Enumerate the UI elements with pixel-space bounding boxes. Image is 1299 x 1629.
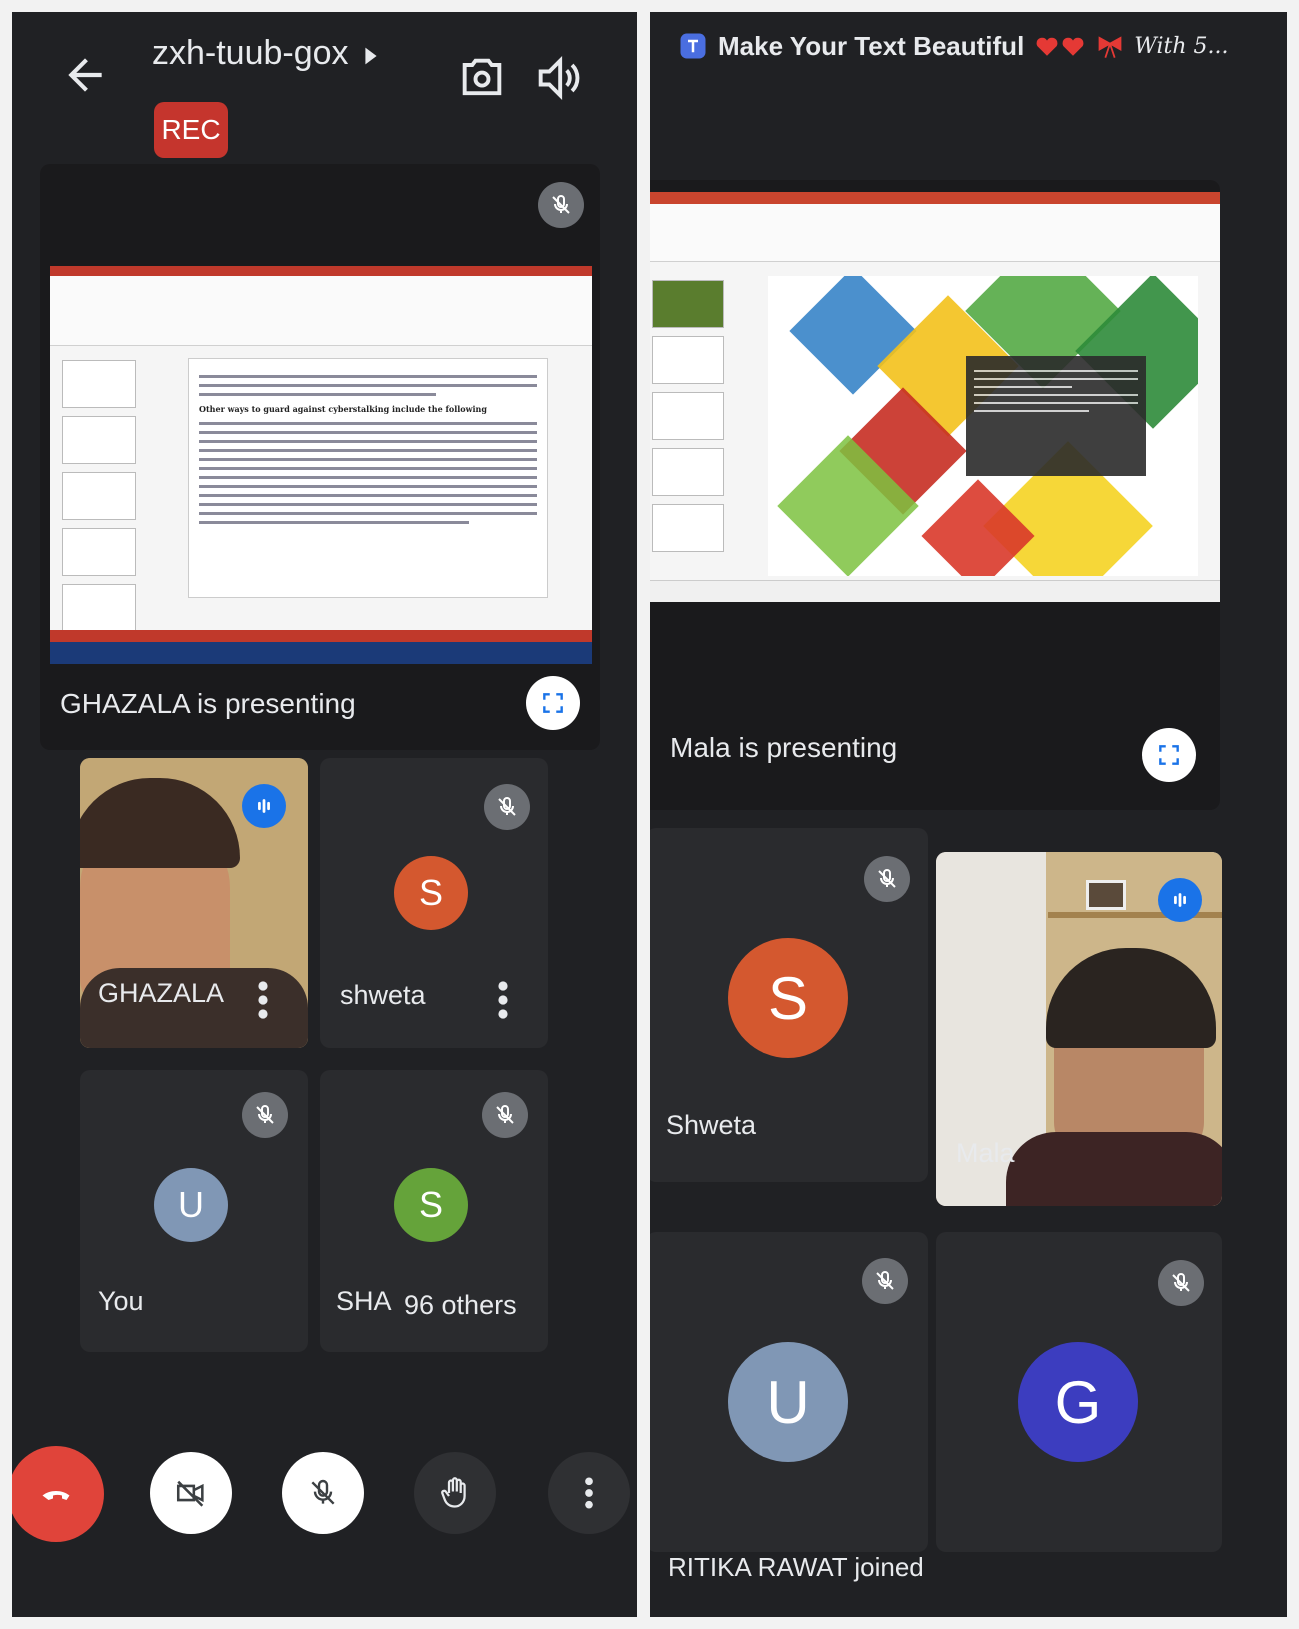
mic-off-icon (482, 1092, 528, 1138)
more-options-icon[interactable] (256, 980, 270, 1020)
participant-name: shweta (340, 980, 426, 1010)
avatar: S (394, 1168, 468, 1242)
notification-extra: With 5... (1134, 33, 1229, 59)
speaking-indicator-icon (242, 784, 286, 828)
fullscreen-button[interactable] (526, 676, 580, 730)
mic-off-icon (864, 856, 910, 902)
avatar: S (728, 938, 848, 1058)
left-meet-screen: zxh-tuub-gox REC Other ways to guard aga… (12, 12, 637, 1617)
mic-off-icon (538, 182, 584, 228)
join-toast: RITIKA RAWAT joined (668, 1552, 924, 1582)
switch-camera-icon[interactable] (456, 52, 508, 104)
hang-up-icon (42, 1491, 70, 1500)
camera-off-icon (176, 1480, 204, 1507)
camera-toggle-button[interactable] (150, 1452, 232, 1534)
participant-name: Shweta (666, 1110, 757, 1140)
ribbon-bow-icon (1098, 36, 1122, 58)
participant-name: Mala (956, 1138, 1015, 1168)
participant-tile-you[interactable]: U You (80, 1070, 308, 1352)
participant-name: SHA (336, 1286, 392, 1316)
presenting-label: Mala is presenting (670, 732, 898, 763)
fullscreen-icon (1159, 745, 1179, 765)
presenting-label: GHAZALA is presenting (60, 688, 356, 719)
speaking-indicator-icon (1158, 878, 1202, 922)
mic-toggle-button[interactable] (282, 1452, 364, 1534)
others-count: 96 others (404, 1290, 517, 1320)
shared-document-screen: Other ways to guard against cyberstalkin… (50, 266, 592, 664)
back-arrow-icon[interactable] (60, 50, 110, 100)
participant-tile-g[interactable]: G (936, 1232, 1222, 1552)
avatar: S (394, 856, 468, 930)
mic-off-icon (862, 1258, 908, 1304)
participant-tile-others[interactable]: S SHA 96 others (320, 1070, 548, 1352)
right-meet-screen: Make Your Text Beautiful With 5... Mala … (650, 12, 1287, 1617)
avatar: U (728, 1342, 848, 1462)
avatar: G (1018, 1342, 1138, 1462)
mic-off-icon (484, 784, 530, 830)
mic-off-icon (1158, 1260, 1204, 1306)
caret-right-icon[interactable] (364, 46, 378, 66)
recording-badge: REC (154, 102, 228, 158)
more-options-icon[interactable] (496, 980, 510, 1020)
participant-tile-ghazala[interactable]: GHAZALA (80, 758, 308, 1048)
participant-tile-shweta[interactable]: S Shweta (650, 828, 928, 1182)
fullscreen-icon (543, 693, 563, 713)
notification-text: Make Your Text Beautiful (718, 30, 1025, 61)
more-options-icon (585, 1477, 593, 1509)
participant-tile-mala[interactable]: Mala (936, 852, 1222, 1206)
mic-off-icon (311, 1479, 335, 1505)
mic-off-icon (242, 1092, 288, 1138)
avatar: U (154, 1168, 228, 1242)
doc-heading: Other ways to guard against cyberstalkin… (199, 404, 487, 414)
end-call-button[interactable] (12, 1446, 104, 1542)
more-options-button[interactable] (548, 1452, 630, 1534)
participant-name: GHAZALA (98, 978, 225, 1008)
participant-tile-shweta[interactable]: S shweta (320, 758, 548, 1048)
participant-name: You (98, 1286, 144, 1316)
presentation-tile[interactable]: Other ways to guard against cyberstalkin… (40, 164, 600, 750)
hearts-icon (1036, 37, 1084, 56)
app-icon (680, 33, 706, 59)
speaker-icon[interactable] (532, 52, 584, 104)
notification-bar[interactable]: Make Your Text Beautiful With 5... (678, 26, 1257, 66)
raise-hand-button[interactable] (414, 1452, 496, 1534)
slide-canvas (768, 276, 1198, 576)
presentation-tile[interactable]: Mala is presenting (650, 180, 1220, 810)
fullscreen-button[interactable] (1142, 728, 1196, 782)
raise-hand-icon (441, 1477, 466, 1508)
participant-tile-u[interactable]: U (650, 1232, 928, 1552)
meeting-code[interactable]: zxh-tuub-gox (152, 34, 349, 73)
shared-slides-screen (650, 192, 1220, 602)
